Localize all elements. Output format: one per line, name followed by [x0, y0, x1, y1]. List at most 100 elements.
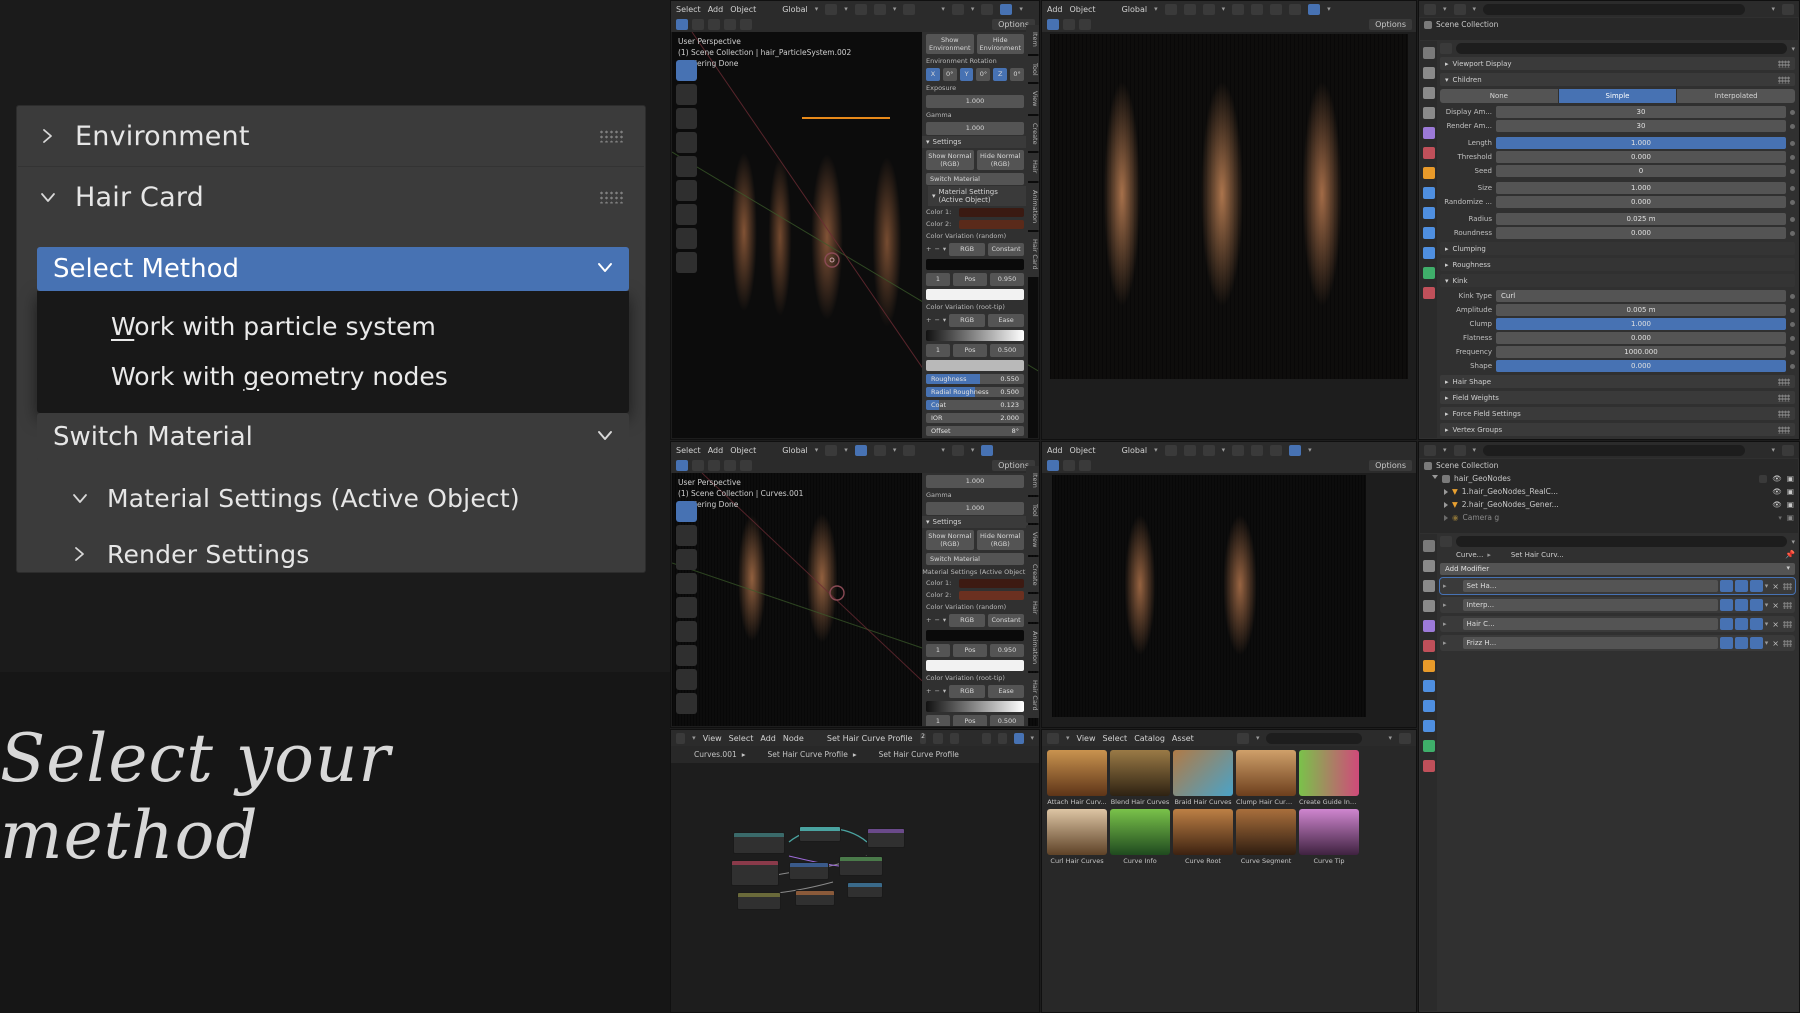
node-canvas[interactable] [671, 764, 1039, 1012]
cv-roottip-pos-value[interactable]: 0.500 [990, 714, 1024, 726]
gear-icon[interactable] [1399, 732, 1411, 744]
asset-item[interactable]: Curl Hair Curves [1047, 809, 1107, 865]
show-normal-button[interactable]: Show Normal (RGB) [926, 149, 974, 170]
subtract-mode-icon[interactable] [708, 19, 720, 30]
drag-grip-icon[interactable] [1783, 639, 1792, 647]
animate-dot-icon[interactable] [1790, 109, 1795, 115]
node-item[interactable] [737, 892, 781, 910]
node-item[interactable] [799, 826, 841, 842]
npanel-tab-view[interactable]: View [1026, 84, 1039, 114]
section-clumping[interactable]: ▸ Clumping [1440, 242, 1795, 255]
npanel-tab-hair[interactable]: Hair [1026, 594, 1039, 622]
tab-data-icon[interactable] [1422, 740, 1435, 752]
asset-item[interactable]: Curve Segment [1236, 809, 1296, 865]
drag-grip-icon[interactable] [1778, 76, 1790, 83]
menu-select[interactable]: Select [729, 734, 754, 743]
tool-select-box-icon[interactable] [676, 501, 697, 522]
select-mode-icon[interactable] [1047, 19, 1059, 30]
render-preview-icon[interactable] [1000, 3, 1013, 15]
animate-dot-icon[interactable] [1790, 321, 1795, 327]
drag-grip-icon[interactable] [1778, 426, 1790, 433]
cv-roottip-ramp[interactable] [926, 700, 1024, 712]
menu-select[interactable]: Select [676, 446, 701, 455]
cv-roottip-ramp[interactable] [926, 329, 1024, 341]
axis-y-value[interactable]: 0° [976, 67, 991, 81]
extend-mode-icon[interactable] [1063, 19, 1075, 30]
chevron-down-icon[interactable]: ▾ [1791, 538, 1795, 546]
close-icon[interactable]: × [1770, 639, 1781, 648]
tool-measure-icon[interactable] [676, 669, 697, 690]
shading-wireframe-icon[interactable] [1232, 444, 1245, 456]
properties-search-input[interactable] [1456, 43, 1788, 54]
viewport-shading-icon[interactable] [951, 444, 964, 456]
asset-thumbnail[interactable] [1047, 750, 1107, 796]
menu-node[interactable]: Node [783, 734, 804, 743]
outliner-row-scene-collection[interactable]: Scene Collection [1420, 18, 1798, 31]
id-type-icon[interactable] [1453, 444, 1466, 456]
cv-roottip-result[interactable] [926, 359, 1024, 371]
intersect-mode-icon[interactable] [740, 19, 752, 30]
asset-thumbnail[interactable] [1173, 750, 1233, 796]
realtime-toggle-icon[interactable] [1734, 580, 1748, 592]
cv-roottip-index[interactable]: 1 [926, 714, 950, 726]
hide-normal-button[interactable]: Hide Normal (RGB) [976, 149, 1024, 170]
tool-cursor-icon[interactable] [676, 525, 697, 546]
asset-item[interactable]: Curve Tip [1299, 809, 1359, 865]
modifier-row[interactable]: ▸ Frizz H... ▾ × [1440, 635, 1795, 651]
drag-grip-icon[interactable] [1778, 410, 1790, 417]
overlays-icon[interactable] [873, 3, 886, 15]
tab-constraints-icon[interactable] [1422, 247, 1435, 259]
outliner-row-camera[interactable]: ◉ Camera g ▾ ▣ [1420, 511, 1798, 524]
field-value[interactable]: 0.000 [1496, 196, 1786, 208]
add-modifier-button[interactable]: Add Modifier ▾ [1440, 563, 1795, 575]
remove-stop-icon[interactable]: − [934, 687, 939, 695]
chevron-down-icon[interactable]: ▾ [1765, 582, 1769, 590]
field-value[interactable]: 1.000 [1496, 182, 1786, 194]
checkbox-icon[interactable] [1759, 474, 1768, 483]
pin-icon[interactable]: 📌 [1785, 550, 1795, 559]
shading-rendered-icon[interactable] [1289, 444, 1302, 456]
exposure-field[interactable]: 1.000 [926, 94, 1024, 108]
slider-coat[interactable]: Coat 0.123 [926, 399, 1024, 410]
color1-swatch[interactable] [959, 207, 1024, 217]
display-mode-icon[interactable] [1424, 444, 1436, 456]
npanel-tab-view[interactable]: View [1026, 525, 1039, 555]
viewport-tr-canvas[interactable] [1050, 34, 1408, 379]
asset-thumbnail[interactable] [1236, 809, 1296, 855]
cv-roottip-pos-value[interactable]: 0.500 [990, 343, 1024, 357]
tab-world-icon[interactable] [1422, 147, 1435, 159]
tab-output-icon[interactable] [1422, 87, 1435, 99]
drag-grip-icon[interactable] [1778, 394, 1790, 401]
tool-add-cube-icon[interactable] [676, 252, 697, 273]
hide-environment-button[interactable]: Hide Environment [976, 33, 1024, 54]
chevron-down-icon[interactable]: ▾ [943, 616, 946, 624]
axis-z-toggle[interactable]: Z [993, 67, 1008, 81]
npanel-tab-hair[interactable]: Hair [1026, 153, 1039, 181]
cv-random-result[interactable] [926, 288, 1024, 300]
gamma-field[interactable]: 1.000 [926, 121, 1024, 135]
tab-view-layer-icon[interactable] [1422, 600, 1435, 612]
close-icon[interactable]: × [1770, 620, 1781, 629]
tool-move-icon[interactable] [676, 549, 697, 570]
remove-stop-icon[interactable]: − [934, 245, 939, 253]
menu-add[interactable]: Add [1047, 5, 1063, 14]
proportional-edit-icon[interactable] [1183, 3, 1196, 15]
panel-section-render-settings[interactable]: Render Settings [17, 524, 645, 584]
show-environment-button[interactable]: Show Environment [926, 33, 974, 54]
asset-item[interactable]: Braid Hair Curves [1173, 750, 1233, 806]
color1-swatch[interactable] [959, 578, 1024, 588]
remove-stop-icon[interactable]: − [934, 616, 939, 624]
animate-dot-icon[interactable] [1790, 335, 1795, 341]
animate-dot-icon[interactable] [1790, 168, 1795, 174]
select-mode-icon[interactable] [676, 460, 688, 471]
tool-add-cube-icon[interactable] [676, 693, 697, 714]
chevron-down-icon[interactable]: ▾ [1765, 639, 1769, 647]
new-node-tree-icon[interactable] [933, 732, 943, 744]
asset-item[interactable]: Curve Info [1110, 809, 1170, 865]
slider-offset[interactable]: Offset 8° [926, 425, 1024, 436]
node-options-icon[interactable] [1014, 732, 1024, 744]
field-value[interactable]: 1000.000 [1496, 346, 1786, 358]
cv-roottip-index[interactable]: 1 [926, 343, 950, 357]
disclosure-triangle-icon[interactable] [1444, 514, 1448, 521]
tool-rotate-icon[interactable] [676, 132, 697, 153]
